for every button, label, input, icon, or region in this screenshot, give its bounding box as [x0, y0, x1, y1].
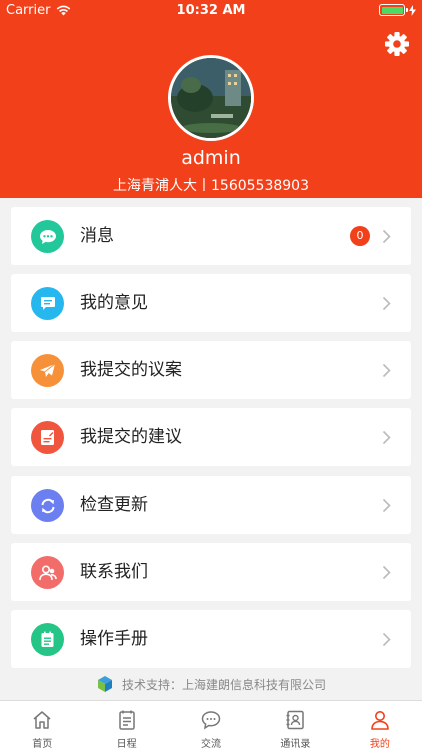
menu-label: 检查更新: [80, 495, 148, 515]
tab-communication[interactable]: 交流: [169, 701, 253, 750]
tab-label: 日程: [116, 739, 137, 750]
tab-label: 首页: [32, 739, 53, 750]
menu-label: 联系我们: [80, 562, 148, 582]
tech-support-note: 技术支持：上海建朗信息科技有限公司: [0, 673, 422, 695]
clock: 10:32 AM: [176, 3, 246, 18]
chevron-right-icon: [382, 632, 391, 647]
menu-label: 操作手册: [80, 629, 148, 649]
menu-item-submitted-suggestions[interactable]: 我提交的建议: [11, 408, 411, 466]
tab-label: 交流: [201, 739, 222, 750]
chevron-right-icon: [382, 498, 391, 513]
person-icon: [371, 711, 389, 730]
menu-item-messages[interactable]: 消息 0: [11, 207, 411, 265]
username: admin: [181, 147, 241, 169]
tab-schedule[interactable]: 日程: [84, 701, 168, 750]
chevron-right-icon: [382, 565, 391, 580]
gear-icon: [385, 32, 409, 56]
charging-icon: [409, 4, 416, 16]
menu-item-submitted-motions[interactable]: 我提交的议案: [11, 341, 411, 399]
user-subtitle: 上海青浦人大丨15605538903: [113, 178, 309, 194]
menu-label: 我提交的议案: [80, 360, 182, 380]
chevron-right-icon: [382, 363, 391, 378]
refresh-icon: [31, 489, 64, 522]
battery-icon: [379, 4, 408, 16]
tab-contacts[interactable]: 通讯录: [253, 701, 337, 750]
document-edit-icon: [31, 421, 64, 454]
profile-header: Carrier 10:32 AM admin 上海青浦人大丨1560553890…: [0, 0, 422, 198]
settings-button[interactable]: [384, 31, 410, 57]
tab-label: 通讯录: [280, 739, 311, 750]
chevron-right-icon: [382, 430, 391, 445]
company-logo-icon: [97, 676, 112, 692]
chat-icon: [201, 711, 221, 730]
chevron-right-icon: [382, 229, 391, 244]
status-bar: Carrier 10:32 AM: [0, 0, 422, 22]
chevron-right-icon: [382, 296, 391, 311]
tab-home[interactable]: 首页: [0, 701, 84, 750]
send-icon: [31, 354, 64, 387]
menu-item-my-opinions[interactable]: 我的意见: [11, 274, 411, 332]
tab-label: 我的: [369, 739, 390, 750]
menu-item-check-updates[interactable]: 检查更新: [11, 476, 411, 534]
tab-mine[interactable]: 我的: [338, 701, 422, 750]
message-icon: [31, 220, 64, 253]
unread-badge: 0: [350, 226, 370, 246]
home-icon: [33, 711, 51, 729]
menu-label: 我的意见: [80, 293, 148, 313]
calendar-icon: [118, 710, 135, 730]
notebook-icon: [31, 623, 64, 656]
tech-support-text: 技术支持：上海建朗信息科技有限公司: [121, 677, 326, 692]
menu-item-user-manual[interactable]: 操作手册: [11, 610, 411, 668]
avatar[interactable]: [168, 55, 254, 141]
menu-item-contact-us[interactable]: 联系我们: [11, 543, 411, 601]
menu-label: 消息: [80, 226, 114, 246]
contacts-icon: [31, 556, 64, 589]
opinion-icon: [31, 287, 64, 320]
menu-label: 我提交的建议: [80, 427, 182, 447]
address-book-icon: [286, 710, 305, 730]
tab-bar: 首页 日程 交流 通讯录 我的: [0, 700, 422, 750]
avatar-image: [171, 58, 251, 138]
